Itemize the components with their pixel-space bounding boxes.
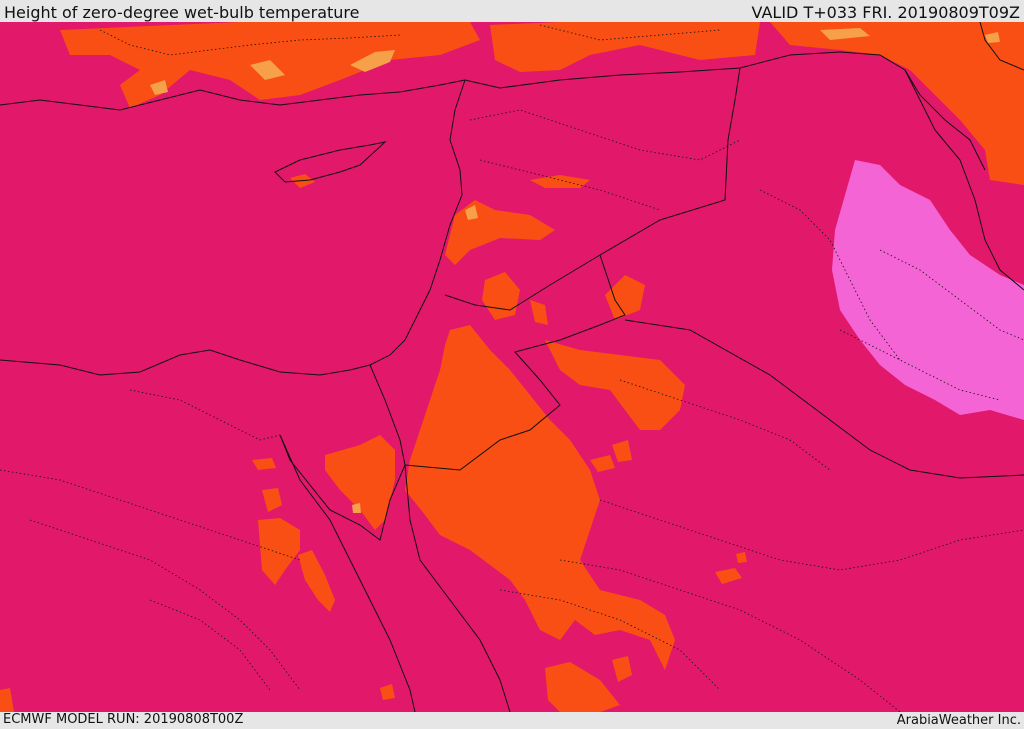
- valid-time-label: VALID T+033 FRI. 20190809T09Z: [751, 3, 1020, 22]
- base-field: [0, 22, 1024, 712]
- header-bar: Height of zero-degree wet-bulb temperatu…: [0, 0, 1024, 22]
- map-title: Height of zero-degree wet-bulb temperatu…: [4, 3, 360, 22]
- footer-bar: ECMWF MODEL RUN: 20190808T00Z ArabiaWeat…: [0, 712, 1024, 729]
- model-run-label: ECMWF MODEL RUN: 20190808T00Z: [3, 712, 244, 727]
- weather-map-frame: Height of zero-degree wet-bulb temperatu…: [0, 0, 1024, 729]
- credit-label: ArabiaWeather Inc.: [896, 713, 1021, 728]
- map-canvas[interactable]: [0, 22, 1024, 712]
